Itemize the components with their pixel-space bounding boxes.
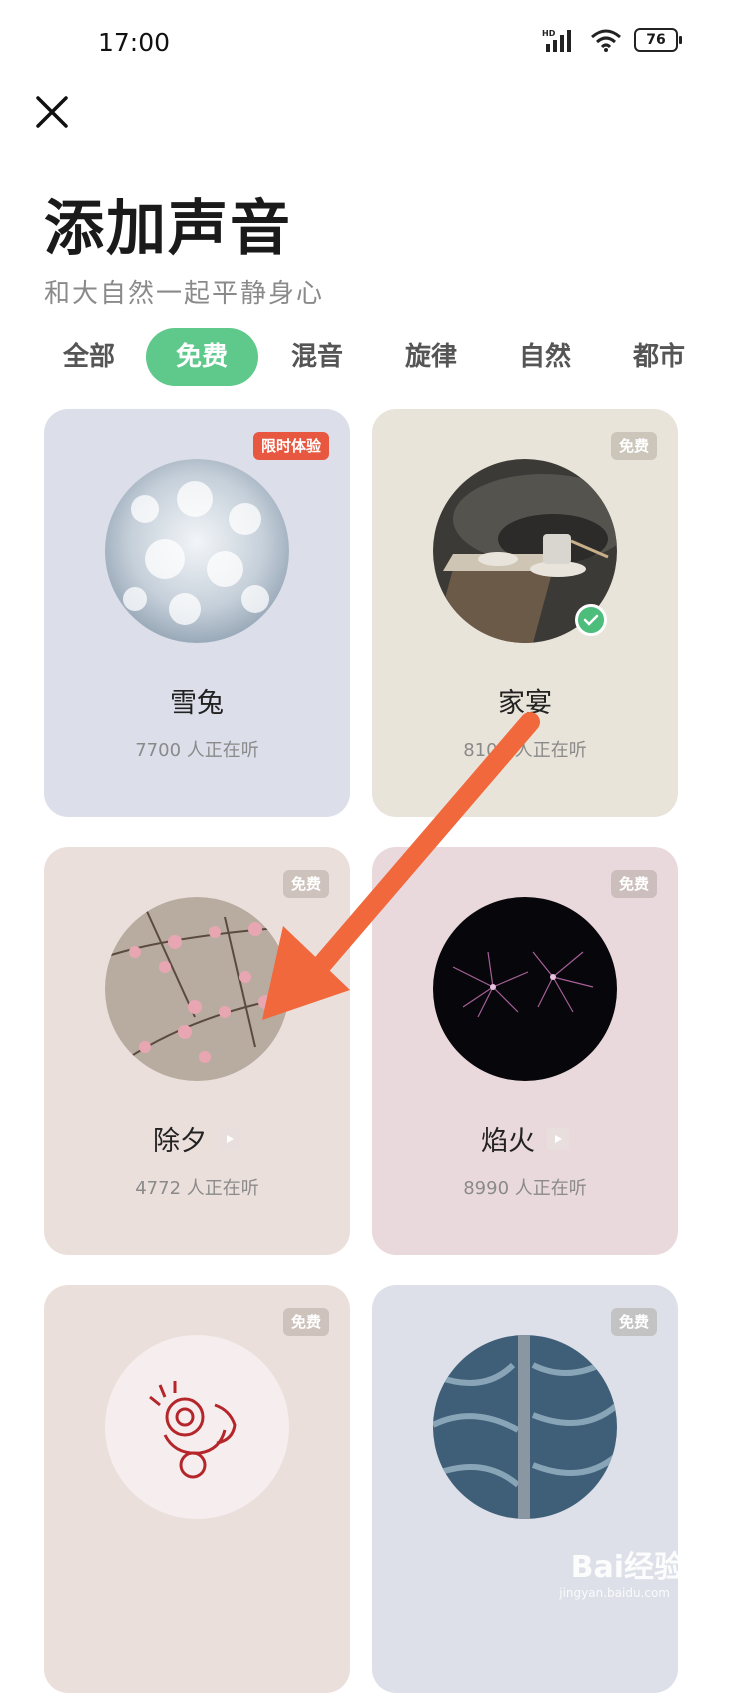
free-badge: 免费	[282, 1308, 329, 1336]
category-tabs: 全部 免费 混音 旋律 自然 都市	[44, 328, 738, 388]
tab-nature[interactable]: 自然	[500, 328, 590, 386]
status-icons: HD 76	[542, 28, 682, 52]
page-subtitle: 和大自然一起平静身心	[44, 279, 325, 309]
sound-card[interactable]: 免费 家宴 8104 人正在听	[372, 409, 678, 817]
page-title: 添加声音	[44, 194, 292, 264]
tab-melody[interactable]: 旋律	[386, 328, 476, 386]
sound-name-row: 家宴	[372, 681, 678, 720]
sound-name-row: 焰火	[372, 1119, 678, 1158]
listener-count: 8990 人正在听	[463, 1178, 587, 1199]
battery-level: 76	[646, 32, 666, 48]
play-icon	[227, 1134, 234, 1143]
free-badge: 免费	[282, 870, 329, 898]
status-time: 17:00	[98, 28, 171, 57]
sound-card[interactable]: 免费 除夕 4772 人正在听	[44, 847, 350, 1255]
svg-text:HD: HD	[542, 29, 556, 38]
close-button[interactable]	[30, 90, 74, 134]
tab-city[interactable]: 都市	[614, 328, 704, 386]
sound-name: 家宴	[498, 688, 552, 719]
listener-count: 8104 人正在听	[463, 740, 587, 761]
free-badge: 免费	[610, 1308, 657, 1336]
selected-check-icon	[575, 604, 607, 636]
listener-count: 4772 人正在听	[135, 1178, 259, 1199]
sound-image-fireworks	[433, 897, 617, 1081]
watermark-logo: Bai经验	[570, 1550, 684, 1585]
sound-name-row: 除夕	[44, 1119, 350, 1158]
battery-icon: 76	[634, 28, 682, 52]
sound-image-river	[433, 1335, 617, 1519]
sound-card[interactable]: 免费 焰火 8990 人正在听	[372, 847, 678, 1255]
sound-name: 除夕	[153, 1126, 207, 1157]
play-icon	[555, 1134, 562, 1143]
free-badge: 免费	[610, 870, 657, 898]
close-icon	[36, 96, 68, 128]
sound-image-snow	[105, 459, 289, 643]
sound-name-row: 雪兔	[44, 681, 350, 720]
tab-free[interactable]: 免费	[146, 328, 258, 386]
status-bar: 17:00 HD 76	[0, 0, 738, 90]
sound-image-papercut	[105, 1335, 289, 1519]
play-preview-button[interactable]	[547, 1127, 569, 1150]
wifi-icon	[591, 29, 621, 52]
trial-badge: 限时体验	[252, 432, 329, 460]
sound-card[interactable]: 免费	[372, 1285, 678, 1693]
signal-icon: HD	[542, 29, 571, 52]
tab-all[interactable]: 全部	[44, 328, 134, 386]
sound-name: 焰火	[481, 1126, 535, 1157]
sound-image-blossom	[105, 897, 289, 1081]
listener-count: 7700 人正在听	[135, 740, 259, 761]
free-badge: 免费	[610, 432, 657, 460]
sound-card[interactable]: 免费	[44, 1285, 350, 1693]
watermark-url: jingyan.baidu.com	[559, 1586, 670, 1600]
sound-name: 雪兔	[170, 688, 224, 719]
play-preview-button[interactable]	[219, 1127, 241, 1150]
sound-card[interactable]: 限时体验 雪兔 7700 人正在听	[44, 409, 350, 817]
tab-mix[interactable]: 混音	[272, 328, 362, 386]
